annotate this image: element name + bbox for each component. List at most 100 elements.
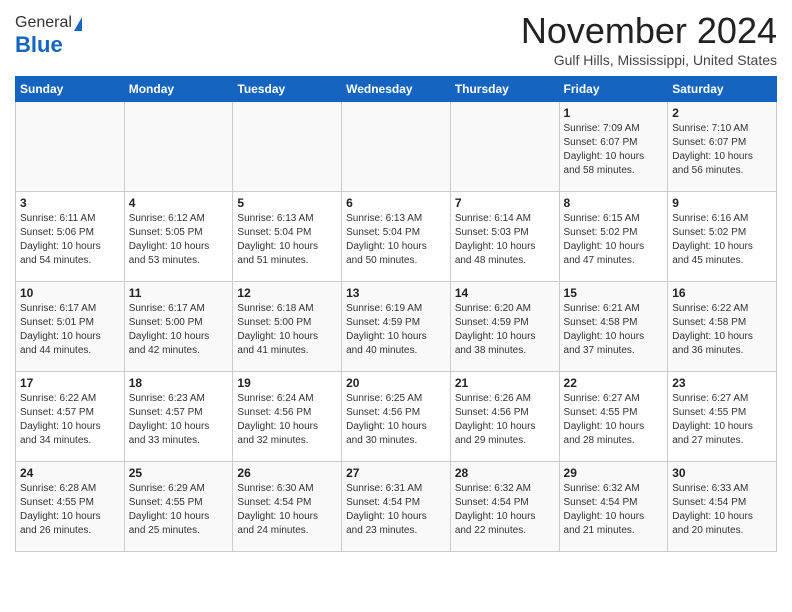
day-number: 3 [20, 196, 120, 210]
calendar-cell [450, 102, 559, 192]
calendar-cell: 8 Sunrise: 6:15 AMSunset: 5:02 PMDaylight… [559, 192, 668, 282]
calendar-cell: 19 Sunrise: 6:24 AMSunset: 4:56 PMDayligh… [233, 372, 342, 462]
day-number: 29 [564, 466, 664, 480]
day-info: Sunrise: 6:32 AMSunset: 4:54 PMDaylight:… [455, 482, 555, 538]
day-number: 17 [20, 376, 120, 390]
calendar-cell: 26Sunrise: 6:30 AMSunset: 4:54 PMDayligh… [233, 462, 342, 552]
day-number: 23 [672, 376, 772, 390]
calendar-cell: 25 Sunrise: 6:29 AMSunset: 4:55 PMDayligh… [124, 462, 233, 552]
calendar-cell [124, 102, 233, 192]
page-header: General Blue November 2024 Gulf Hills, M… [15, 10, 777, 68]
calendar-cell: 4Sunrise: 6:12 AMSunset: 5:05 PMDaylight… [124, 192, 233, 282]
day-info: Sunrise: 6:29 AMSunset: 4:55 PMDaylight:… [129, 482, 229, 538]
calendar-cell: 11 Sunrise: 6:17 AMSunset: 5:00 PMDayligh… [124, 282, 233, 372]
day-number: 1 [564, 106, 664, 120]
calendar-week-row: 3 Sunrise: 6:11 AMSunset: 5:06 PMDaylight… [16, 192, 777, 282]
logo-triangle-icon [74, 17, 82, 31]
calendar-cell: 24Sunrise: 6:28 AMSunset: 4:55 PMDayligh… [16, 462, 125, 552]
day-number: 11 [129, 286, 229, 300]
day-info: Sunrise: 6:24 AMSunset: 4:56 PMDaylight:… [237, 392, 337, 448]
day-number: 16 [672, 286, 772, 300]
weekday-header-sunday: Sunday [16, 77, 125, 102]
calendar-week-row: 24Sunrise: 6:28 AMSunset: 4:55 PMDayligh… [16, 462, 777, 552]
calendar-week-row: 1 Sunrise: 7:09 AMSunset: 6:07 PMDaylight… [16, 102, 777, 192]
day-number: 21 [455, 376, 555, 390]
day-number: 13 [346, 286, 446, 300]
calendar-cell: 12 Sunrise: 6:18 AMSunset: 5:00 PMDayligh… [233, 282, 342, 372]
month-title: November 2024 [521, 10, 777, 52]
day-number: 14 [455, 286, 555, 300]
calendar-week-row: 10 Sunrise: 6:17 AMSunset: 5:01 PMDayligh… [16, 282, 777, 372]
day-number: 4 [129, 196, 229, 210]
calendar-cell: 15 Sunrise: 6:21 AMSunset: 4:58 PMDayligh… [559, 282, 668, 372]
calendar-cell: 5Sunrise: 6:13 AMSunset: 5:04 PMDaylight… [233, 192, 342, 282]
day-number: 7 [455, 196, 555, 210]
day-info: Sunrise: 6:14 AMSunset: 5:03 PMDaylight:… [455, 212, 555, 268]
day-number: 30 [672, 466, 772, 480]
day-info: Sunrise: 6:32 AMSunset: 4:54 PMDaylight:… [564, 482, 664, 538]
calendar-cell: 7 Sunrise: 6:14 AMSunset: 5:03 PMDaylight… [450, 192, 559, 282]
calendar-cell: 16 Sunrise: 6:22 AMSunset: 4:58 PMDayligh… [668, 282, 777, 372]
day-number: 25 [129, 466, 229, 480]
day-number: 20 [346, 376, 446, 390]
calendar-cell: 17 Sunrise: 6:22 AMSunset: 4:57 PMDayligh… [16, 372, 125, 462]
weekday-header-thursday: Thursday [450, 77, 559, 102]
calendar-cell: 18 Sunrise: 6:23 AMSunset: 4:57 PMDayligh… [124, 372, 233, 462]
calendar-cell: 23Sunrise: 6:27 AMSunset: 4:55 PMDayligh… [668, 372, 777, 462]
calendar-table: SundayMondayTuesdayWednesdayThursdayFrid… [15, 76, 777, 552]
day-number: 15 [564, 286, 664, 300]
day-number: 9 [672, 196, 772, 210]
day-number: 8 [564, 196, 664, 210]
logo-blue-text: Blue [15, 32, 63, 58]
calendar-cell [233, 102, 342, 192]
calendar-cell: 13Sunrise: 6:19 AMSunset: 4:59 PMDayligh… [342, 282, 451, 372]
calendar-cell: 1 Sunrise: 7:09 AMSunset: 6:07 PMDaylight… [559, 102, 668, 192]
day-number: 6 [346, 196, 446, 210]
day-number: 19 [237, 376, 337, 390]
day-info: Sunrise: 6:20 AMSunset: 4:59 PMDaylight:… [455, 302, 555, 358]
day-number: 10 [20, 286, 120, 300]
day-info: Sunrise: 6:26 AMSunset: 4:56 PMDaylight:… [455, 392, 555, 448]
day-number: 22 [564, 376, 664, 390]
day-info: Sunrise: 6:22 AMSunset: 4:58 PMDaylight:… [672, 302, 772, 358]
day-info: Sunrise: 6:17 AMSunset: 5:01 PMDaylight:… [20, 302, 120, 358]
day-number: 26 [237, 466, 337, 480]
day-info: Sunrise: 6:21 AMSunset: 4:58 PMDaylight:… [564, 302, 664, 358]
day-info: Sunrise: 6:23 AMSunset: 4:57 PMDaylight:… [129, 392, 229, 448]
calendar-cell: 21 Sunrise: 6:26 AMSunset: 4:56 PMDayligh… [450, 372, 559, 462]
calendar-cell: 28Sunrise: 6:32 AMSunset: 4:54 PMDayligh… [450, 462, 559, 552]
day-info: Sunrise: 6:11 AMSunset: 5:06 PMDaylight:… [20, 212, 120, 268]
day-info: Sunrise: 6:16 AMSunset: 5:02 PMDaylight:… [672, 212, 772, 268]
day-info: Sunrise: 7:09 AMSunset: 6:07 PMDaylight:… [564, 122, 664, 178]
calendar-cell: 27Sunrise: 6:31 AMSunset: 4:54 PMDayligh… [342, 462, 451, 552]
logo: General Blue [15, 14, 82, 58]
calendar-cell: 20 Sunrise: 6:25 AMSunset: 4:56 PMDayligh… [342, 372, 451, 462]
day-info: Sunrise: 6:13 AMSunset: 5:04 PMDaylight:… [346, 212, 446, 268]
day-info: Sunrise: 6:27 AMSunset: 4:55 PMDaylight:… [564, 392, 664, 448]
day-info: Sunrise: 6:18 AMSunset: 5:00 PMDaylight:… [237, 302, 337, 358]
day-info: Sunrise: 7:10 AMSunset: 6:07 PMDaylight:… [672, 122, 772, 178]
calendar-cell: 9 Sunrise: 6:16 AMSunset: 5:02 PMDaylight… [668, 192, 777, 282]
calendar-cell [342, 102, 451, 192]
weekday-header-monday: Monday [124, 77, 233, 102]
day-number: 18 [129, 376, 229, 390]
day-info: Sunrise: 6:33 AMSunset: 4:54 PMDaylight:… [672, 482, 772, 538]
calendar-cell: 22 Sunrise: 6:27 AMSunset: 4:55 PMDayligh… [559, 372, 668, 462]
calendar-cell: 29 Sunrise: 6:32 AMSunset: 4:54 PMDayligh… [559, 462, 668, 552]
calendar-cell [16, 102, 125, 192]
calendar-cell: 6 Sunrise: 6:13 AMSunset: 5:04 PMDaylight… [342, 192, 451, 282]
day-info: Sunrise: 6:17 AMSunset: 5:00 PMDaylight:… [129, 302, 229, 358]
calendar-week-row: 17 Sunrise: 6:22 AMSunset: 4:57 PMDayligh… [16, 372, 777, 462]
weekday-header-friday: Friday [559, 77, 668, 102]
day-info: Sunrise: 6:15 AMSunset: 5:02 PMDaylight:… [564, 212, 664, 268]
calendar-cell: 2 Sunrise: 7:10 AMSunset: 6:07 PMDaylight… [668, 102, 777, 192]
calendar-cell: 14 Sunrise: 6:20 AMSunset: 4:59 PMDayligh… [450, 282, 559, 372]
day-info: Sunrise: 6:28 AMSunset: 4:55 PMDaylight:… [20, 482, 120, 538]
day-number: 12 [237, 286, 337, 300]
day-number: 5 [237, 196, 337, 210]
weekday-header-wednesday: Wednesday [342, 77, 451, 102]
day-info: Sunrise: 6:22 AMSunset: 4:57 PMDaylight:… [20, 392, 120, 448]
day-info: Sunrise: 6:25 AMSunset: 4:56 PMDaylight:… [346, 392, 446, 448]
weekday-header-tuesday: Tuesday [233, 77, 342, 102]
day-number: 2 [672, 106, 772, 120]
